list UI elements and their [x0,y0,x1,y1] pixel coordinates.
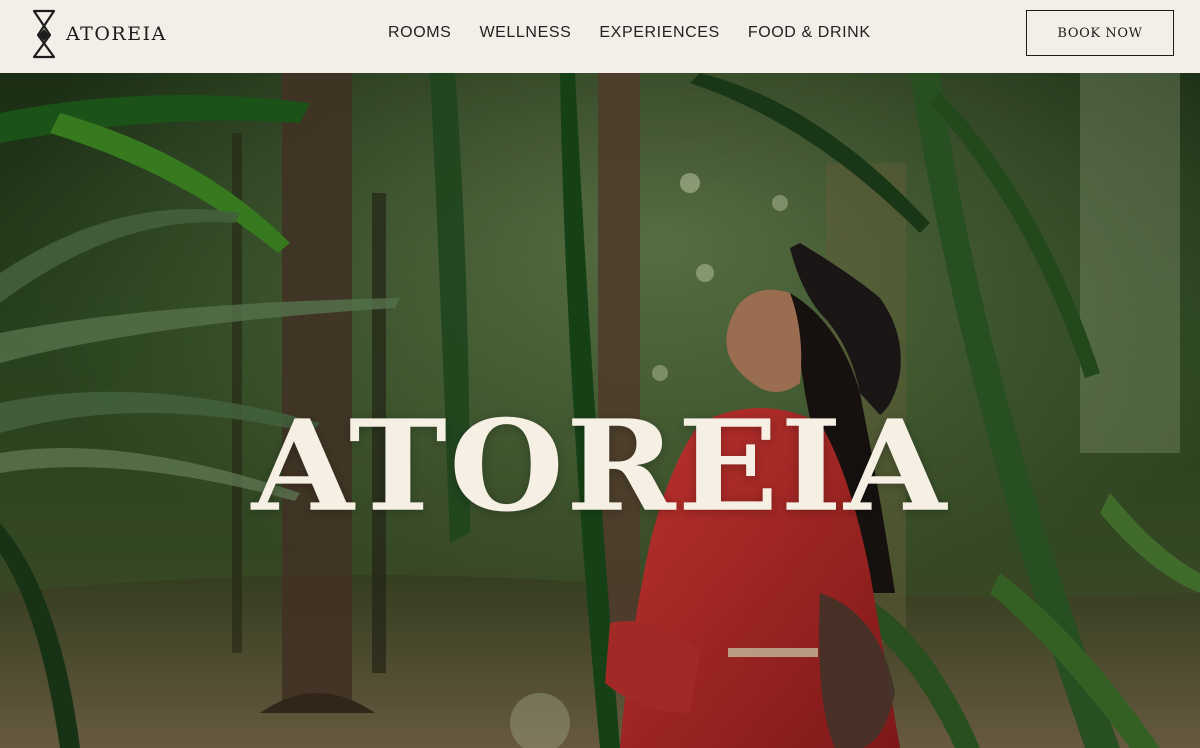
nav-experiences[interactable]: EXPERIENCES [599,24,719,42]
logo-text: ATOREIA [66,23,167,45]
nav-wellness[interactable]: WELLNESS [479,24,571,42]
atoreia-logo-icon [32,9,56,59]
main-nav: ROOMS WELLNESS EXPERIENCES FOOD & DRINK [388,24,871,42]
logo-link[interactable]: ATOREIA [30,8,167,60]
book-now-button[interactable]: BOOK NOW [1026,10,1174,56]
hero-title: ATOREIA [251,392,949,541]
nav-rooms[interactable]: ROOMS [388,24,451,42]
page: ATOREIA ROOMS WELLNESS EXPERIENCES FOOD … [0,0,1200,748]
nav-food-drink[interactable]: FOOD & DRINK [748,24,871,42]
hero-section: ATOREIA [0,73,1200,748]
site-header: ATOREIA ROOMS WELLNESS EXPERIENCES FOOD … [0,0,1200,73]
